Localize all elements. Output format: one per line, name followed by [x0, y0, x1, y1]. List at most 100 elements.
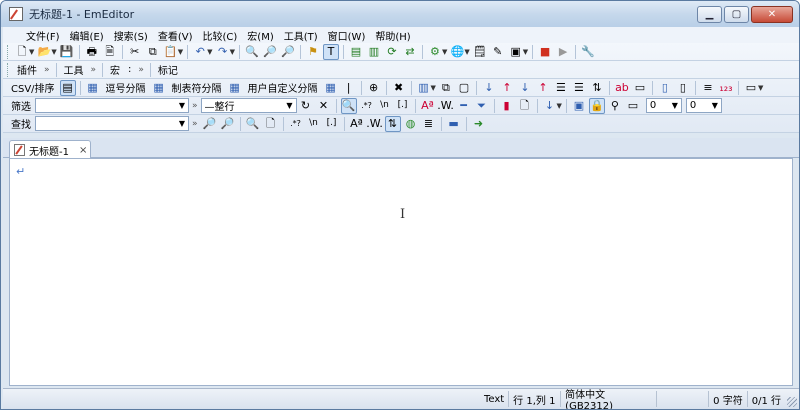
close-icon[interactable]: × — [79, 145, 87, 156]
chevron-down-icon[interactable]: ▼ — [286, 101, 292, 110]
sort-length-desc-icon[interactable]: ☰ — [571, 80, 587, 96]
properties-icon[interactable]: 🗒 — [472, 44, 488, 60]
newline-escape-icon[interactable]: \n — [377, 98, 393, 114]
chevron-down-icon[interactable]: ▼ — [431, 84, 436, 92]
comma-sep-icon[interactable]: ▦ — [85, 80, 101, 96]
menu-search[interactable]: 搜索(S) — [109, 28, 153, 43]
customize-icon[interactable]: ✎ — [490, 44, 506, 60]
find-next-icon[interactable]: 🔎 — [202, 116, 218, 132]
bracket-icon[interactable]: [.] — [395, 98, 411, 114]
close-button[interactable]: ✕ — [751, 6, 793, 23]
find-prev-icon[interactable]: 🔎 — [280, 44, 296, 60]
chevron-down-icon[interactable]: ▼ — [230, 48, 235, 56]
record-macro-icon[interactable]: ■ — [537, 44, 553, 60]
toolbar-grip[interactable] — [7, 44, 10, 59]
chevron-down-icon[interactable]: ▼ — [442, 48, 447, 56]
plugin-icon[interactable]: 🔧 — [580, 44, 596, 60]
paste-icon[interactable]: 📋 — [163, 44, 179, 60]
minimize-button[interactable]: ▁ — [697, 6, 722, 23]
run-macro-icon[interactable]: ▶ — [555, 44, 571, 60]
whole-word-icon[interactable]: .W. — [437, 98, 454, 114]
bracket-icon[interactable]: [.] — [324, 116, 340, 132]
macro-toolbar-label[interactable]: 宏 — [106, 62, 124, 77]
sync-scroll-icon[interactable]: ▯ — [675, 80, 691, 96]
highlight-toggle-icon[interactable]: T — [322, 43, 339, 60]
find-input[interactable]: ▼ — [35, 116, 189, 131]
newline-escape-icon[interactable]: \n — [306, 116, 322, 132]
menu-view[interactable]: 查看(V) — [153, 28, 198, 43]
regex-icon[interactable]: .*? — [288, 116, 304, 132]
find-next-icon[interactable]: 🔎 — [262, 44, 278, 60]
chevron-down-icon[interactable]: ▼ — [29, 48, 34, 56]
paste-column-icon[interactable]: ▢ — [456, 80, 472, 96]
menu-edit[interactable]: 编辑(E) — [65, 28, 109, 43]
status-mode[interactable]: Text — [480, 391, 508, 407]
chevron-down-icon[interactable]: ▼ — [523, 48, 528, 56]
redo-icon[interactable]: ↷ — [215, 44, 231, 60]
tools-toolbar-label[interactable]: 工具 — [60, 62, 88, 77]
chevron-down-icon[interactable]: ▼ — [712, 101, 718, 110]
new-file-icon[interactable]: 🗋 — [14, 44, 30, 60]
whole-word-icon[interactable]: .W. — [366, 116, 383, 132]
maximize-button[interactable]: ▢ — [724, 6, 749, 23]
menu-file[interactable]: 文件(F) — [21, 28, 65, 43]
find-in-files-icon[interactable]: 🗋 — [263, 116, 279, 132]
globe-icon[interactable]: ◍ — [403, 116, 419, 132]
save-icon[interactable]: 💾 — [59, 44, 75, 60]
marks-toolbar-label[interactable]: 标记 — [154, 62, 182, 77]
bookmark-icon[interactable]: ▮ — [499, 98, 515, 114]
menu-compare[interactable]: 比较(C) — [198, 28, 243, 43]
dictionary-icon[interactable]: ▭ — [632, 80, 648, 96]
outline-icon[interactable]: ▣ — [508, 44, 524, 60]
tab-sep-icon[interactable]: ▦ — [151, 80, 167, 96]
spell-check-icon[interactable]: ab — [614, 80, 630, 96]
toolbar-overflow-icon[interactable]: » — [192, 119, 198, 129]
config-icon[interactable]: ⚙ — [427, 44, 443, 60]
numbering-icon[interactable]: ₁₂₃ — [718, 80, 734, 96]
toolbar-overflow-icon[interactable]: » — [91, 65, 97, 75]
window-tile-icon[interactable]: ▤ — [348, 44, 364, 60]
csv-more-icon[interactable]: ▦ — [323, 80, 339, 96]
menu-help[interactable]: 帮助(H) — [370, 28, 415, 43]
sort-90-icon[interactable]: ↑ — [535, 80, 551, 96]
copy-icon[interactable]: ⧉ — [145, 44, 161, 60]
copy-column-icon[interactable]: ⧉ — [438, 80, 454, 96]
comma-sep-button[interactable]: 逗号分隔 — [102, 80, 150, 95]
chevron-down-icon[interactable]: ▼ — [178, 48, 183, 56]
window-next-icon[interactable]: ⇄ — [402, 44, 418, 60]
chevron-down-icon[interactable]: ▼ — [758, 84, 763, 92]
cut-icon[interactable]: ✂ — [127, 44, 143, 60]
user-sep-icon[interactable]: ▦ — [227, 80, 243, 96]
toolbar-overflow-icon[interactable]: » — [44, 65, 50, 75]
filter-scope-select[interactable]: —整行 ▼ — [200, 98, 297, 113]
frame-icon[interactable]: ▣ — [571, 98, 587, 114]
chevron-down-icon[interactable]: ▼ — [51, 48, 56, 56]
chevron-down-icon[interactable]: ▼ — [672, 101, 678, 110]
add-column-icon[interactable]: ⊕ — [366, 80, 382, 96]
search-options-icon[interactable]: 🔍 — [340, 97, 357, 114]
menu-window[interactable]: 窗口(W) — [323, 28, 371, 43]
menu-tools[interactable]: 工具(T) — [279, 28, 323, 43]
chevron-down-icon[interactable]: ▼ — [179, 119, 185, 128]
compare-icon[interactable]: ▯ — [657, 80, 673, 96]
encoding-icon[interactable]: 🌐 — [449, 44, 465, 60]
sort-length-asc-icon[interactable]: ☰ — [553, 80, 569, 96]
status-encoding[interactable]: 简体中文(GB2312) — [560, 390, 656, 409]
filter-input[interactable]: ▼ — [35, 98, 189, 113]
sort-za-icon[interactable]: ↑ — [499, 80, 515, 96]
window-split-icon[interactable]: ▥ — [366, 44, 382, 60]
resize-grip[interactable] — [787, 397, 797, 407]
sort-09-icon[interactable]: ↓ — [517, 80, 533, 96]
replace-icon[interactable]: ⚑ — [305, 44, 321, 60]
tools-cross-icon[interactable]: ✖ — [391, 80, 407, 96]
chevron-down-icon[interactable]: ▼ — [179, 101, 185, 110]
find-prev-icon[interactable]: 🔎 — [220, 116, 236, 132]
match-case-icon[interactable]: Aª — [420, 98, 436, 114]
toolbar-overflow-icon[interactable]: » — [192, 101, 198, 111]
batch-icon[interactable]: ▬ — [446, 116, 462, 132]
sort-custom-icon[interactable]: ⇅ — [589, 80, 605, 96]
find-icon[interactable]: 🔍 — [245, 116, 261, 132]
match-case-icon[interactable]: Aª — [349, 116, 365, 132]
minus-icon[interactable]: ━ — [456, 98, 472, 114]
normal-mode-icon[interactable]: ▤ — [59, 79, 76, 96]
